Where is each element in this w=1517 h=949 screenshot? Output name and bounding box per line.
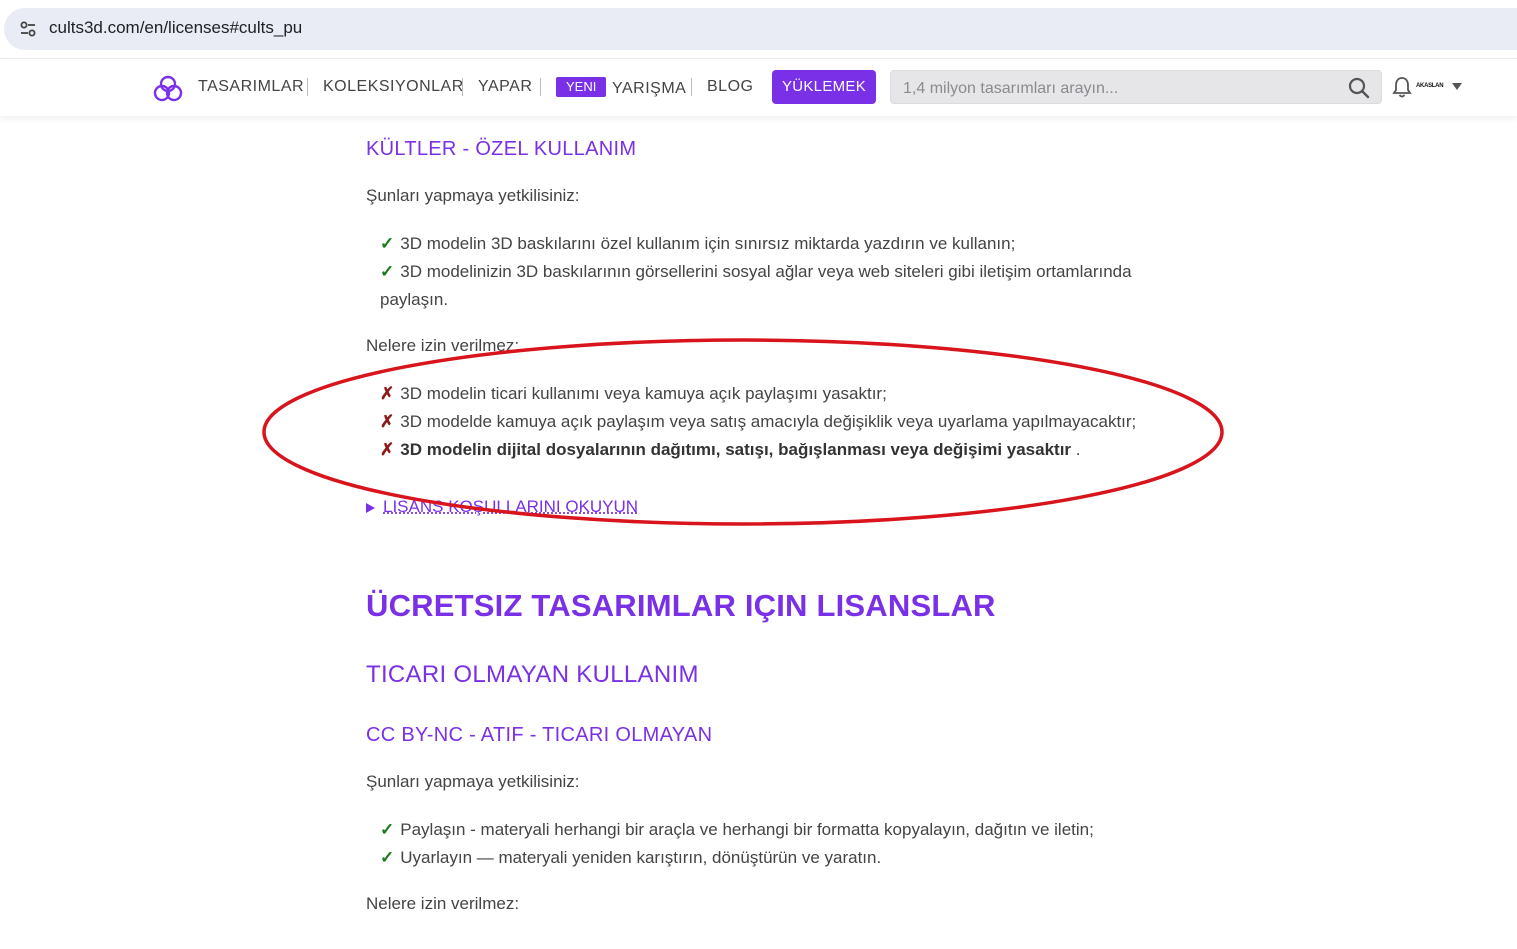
search-bar [890, 70, 1382, 104]
check-icon: ✓ [380, 234, 395, 253]
nav-blog[interactable]: BLOG [707, 78, 753, 96]
cross-icon: ✗ [380, 412, 395, 431]
list-item: ✗ 3D modelin dijital dosyalarının dağıtım… [380, 440, 1081, 459]
list-item: ✓ Uyarlayın — materyali yeniden karıştırı… [380, 848, 882, 867]
list-item: ✓ 3D modelinizin 3D baskılarının görselle… [380, 262, 1132, 309]
list-item: ✓ Paylaşın - materyali herhangi bir araçl… [380, 820, 1094, 839]
browser-address-bar: cults3d.com/en/licenses#cults_pu [0, 0, 1517, 58]
nav-designs[interactable]: TASARIMLAR [198, 78, 304, 96]
nav-divider [540, 78, 541, 96]
cross-icon: ✗ [380, 440, 395, 459]
forbidden-intro: Nelere izin verilmez: [366, 336, 520, 355]
upload-button[interactable]: YÜKLEMEK [772, 70, 876, 104]
search-input[interactable] [901, 77, 1335, 101]
cults-logo-icon[interactable] [153, 74, 183, 104]
nav-collections[interactable]: KOLEKSIYONLAR [323, 78, 464, 96]
search-icon[interactable] [1347, 76, 1371, 100]
new-badge: YENI [556, 77, 607, 97]
bell-icon[interactable] [1391, 75, 1413, 99]
url-text: cults3d.com/en/licenses#cults_pu [49, 18, 303, 37]
allowed-intro: Şunları yapmaya yetkilisiniz: [366, 772, 580, 791]
forbidden-intro: Nelere izin verilmez: [366, 894, 520, 913]
list-item: ✗ 3D modelin ticari kullanımı veya kamuya… [380, 384, 887, 403]
nav-divider [462, 78, 463, 96]
noncommercial-heading: TICARI OLMAYAN KULLANIM [366, 661, 699, 688]
check-icon: ✓ [380, 820, 395, 839]
check-icon: ✓ [380, 848, 395, 867]
nav-contest[interactable]: YARIŞMA [612, 80, 686, 98]
free-licenses-heading: ÜCRETSIZ TASARIMLAR IÇIN LISANSLAR [366, 588, 996, 623]
check-icon: ✓ [380, 262, 395, 281]
red-annotation-ellipse [262, 338, 1224, 526]
allowed-intro: Şunları yapmaya yetkilisiniz: [366, 186, 580, 205]
nav-makes[interactable]: YAPAR [478, 78, 532, 96]
read-license-terms-link[interactable]: LISANS KOŞULLARINI OKUYUN [383, 497, 638, 516]
cross-icon: ✗ [380, 384, 395, 403]
list-item: ✗ 3D modelde kamuya açık paylaşım veya sa… [380, 412, 1137, 431]
section-title-cc-by-nc: CC BY-NC - ATIF - TICARI OLMAYAN [366, 724, 713, 746]
section-title-cults-private: KÜLTLER - ÖZEL KULLANIM [366, 138, 637, 160]
tune-icon[interactable] [18, 19, 38, 39]
chevron-down-icon[interactable] [1452, 83, 1462, 90]
read-license-terms-toggle[interactable]: LISANS KOŞULLARINI OKUYUN [366, 497, 638, 517]
triangle-right-icon [366, 502, 375, 513]
avatar[interactable]: AKASLAN [1416, 79, 1448, 93]
list-item: ✓ 3D modelin 3D baskılarını özel kullanım… [380, 234, 1016, 253]
nav-divider [307, 78, 308, 96]
nav-divider [691, 78, 692, 96]
url-field[interactable]: cults3d.com/en/licenses#cults_pu [4, 8, 1517, 50]
site-header: TASARIMLAR KOLEKSIYONLAR YAPAR YENI YARI… [0, 58, 1517, 116]
